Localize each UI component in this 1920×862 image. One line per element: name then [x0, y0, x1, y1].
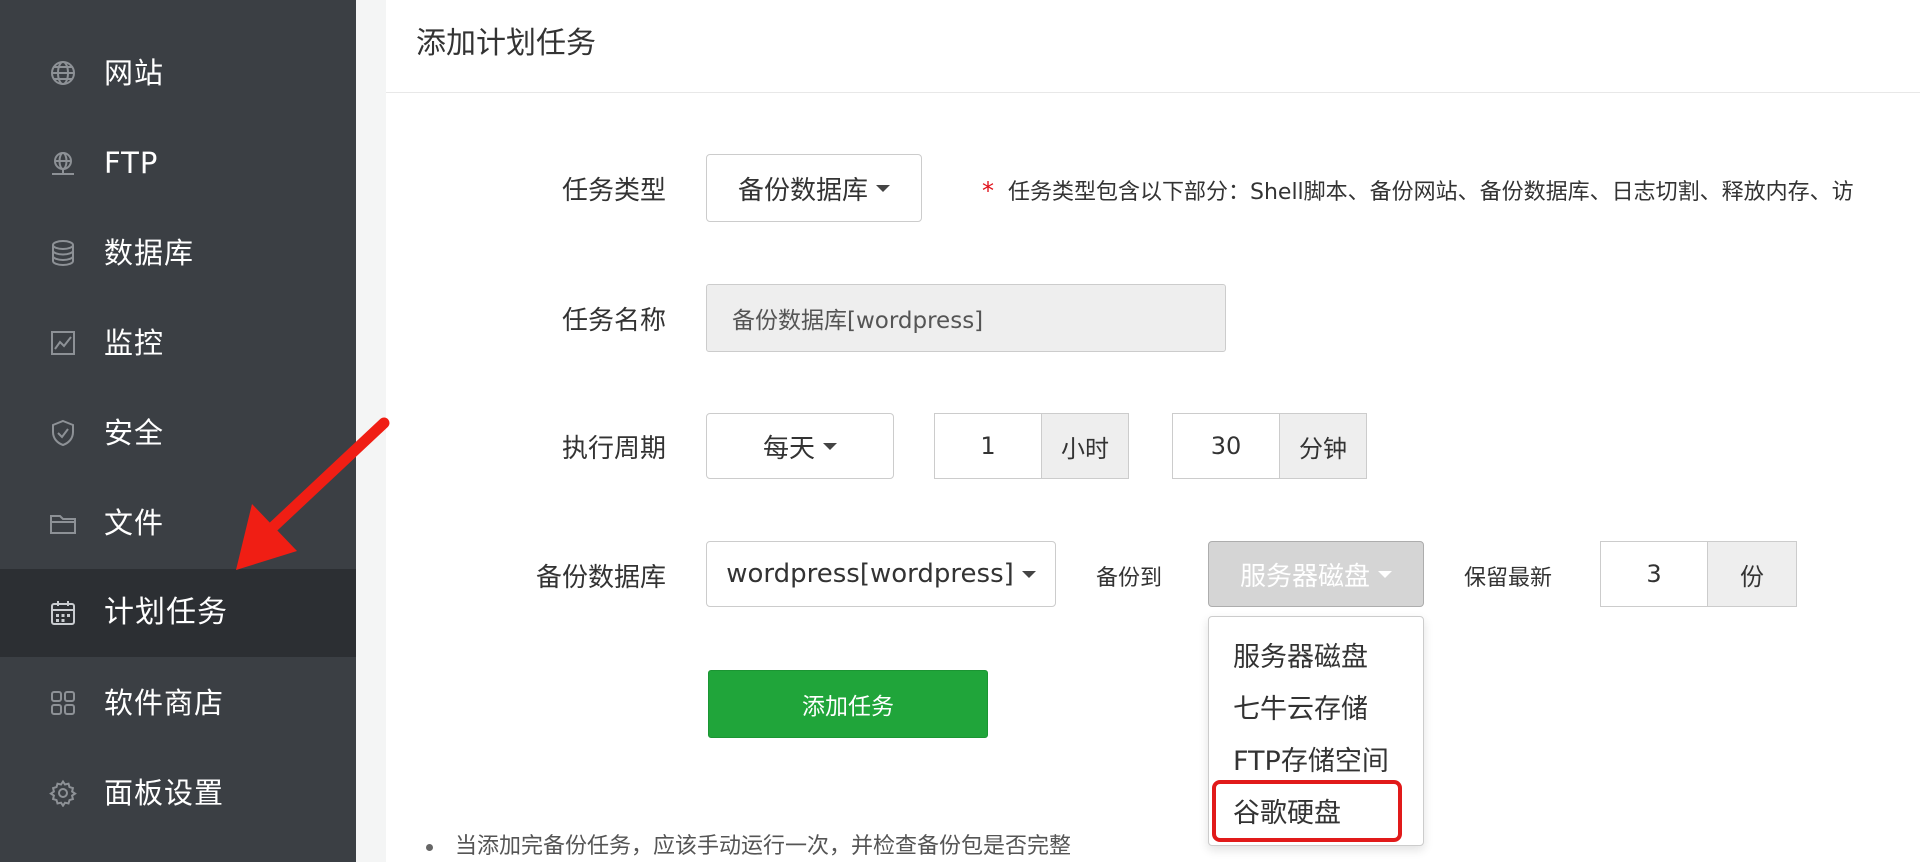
page-header: 添加计划任务 [386, 0, 1920, 93]
page-title: 添加计划任务 [416, 26, 596, 61]
globe-icon [49, 59, 77, 87]
note-text: 当添加完备份任务，应该手动运行一次，并检查备份包是否完整 [455, 834, 1072, 859]
backup-to-label: 备份到 [1096, 566, 1163, 591]
sidebar-item-label: 监控 [104, 326, 165, 360]
sidebar: 网站 FTP 数据库 监控 安全 文件 计划任务 软件商店 面板设置 [0, 0, 356, 862]
sidebar-item-ftp[interactable]: FTP [0, 119, 356, 207]
calendar-icon [49, 599, 77, 627]
backup-db-label: 备份数据库 [535, 563, 666, 593]
task-type-hint-text: 任务类型包含以下部分：Shell脚本、备份网站、备份数据库、日志切割、释放内存、… [1008, 180, 1854, 205]
sidebar-item-files[interactable]: 文件 [0, 479, 356, 567]
task-type-select[interactable]: 备份数据库 [706, 154, 922, 222]
sidebar-item-website[interactable]: 网站 [0, 29, 356, 117]
folder-icon [49, 509, 77, 537]
chevron-down-icon [876, 184, 890, 192]
ftp-server-icon [49, 149, 77, 177]
hour-unit-addon: 小时 [1041, 413, 1129, 479]
sidebar-item-label: 软件商店 [104, 686, 225, 720]
database-icon [49, 239, 77, 267]
sidebar-item-label: 数据库 [104, 236, 195, 270]
keep-latest-label: 保留最新 [1464, 566, 1553, 591]
sidebar-item-label: 安全 [104, 416, 165, 450]
minute-unit-text: 分钟 [1299, 434, 1347, 463]
hour-unit-text: 小时 [1061, 434, 1109, 463]
keep-unit-text: 份 [1740, 562, 1764, 591]
task-name-value: 备份数据库[wordpress] [732, 308, 984, 334]
cycle-value: 每天 [762, 433, 815, 464]
minute-value: 30 [1210, 432, 1242, 460]
grid-apps-icon [49, 689, 77, 717]
sidebar-item-label: FTP [104, 146, 159, 180]
gear-icon [49, 779, 77, 807]
sidebar-item-label: 网站 [104, 56, 165, 90]
hour-input[interactable]: 1 [934, 413, 1042, 479]
note-list-item: 当添加完备份任务，应该手动运行一次，并检查备份包是否完整 [426, 828, 1071, 860]
shield-icon [49, 419, 77, 447]
task-name-label: 任务名称 [561, 306, 666, 336]
backup-destination-value: 服务器磁盘 [1239, 561, 1370, 592]
chevron-down-icon [1021, 570, 1036, 578]
sidebar-item-software-store[interactable]: 软件商店 [0, 659, 356, 747]
bullet-icon [426, 843, 433, 851]
backup-destination-select[interactable]: 服务器磁盘 [1208, 541, 1424, 607]
minute-unit-addon: 分钟 [1279, 413, 1367, 479]
sidebar-item-label: 计划任务 [104, 595, 228, 630]
database-select[interactable]: wordpress[wordpress] [706, 541, 1056, 607]
cycle-select[interactable]: 每天 [706, 413, 894, 479]
chevron-down-icon [823, 442, 837, 450]
sidebar-item-database[interactable]: 数据库 [0, 209, 356, 297]
sidebar-item-monitor[interactable]: 监控 [0, 299, 356, 387]
sidebar-item-panel-settings[interactable]: 面板设置 [0, 749, 356, 837]
task-type-value: 备份数据库 [737, 175, 868, 206]
add-task-button[interactable]: 添加任务 [708, 670, 988, 738]
minute-input[interactable]: 30 [1172, 413, 1280, 479]
sidebar-item-cron[interactable]: 计划任务 [0, 569, 356, 657]
task-type-hint: * 任务类型包含以下部分：Shell脚本、备份网站、备份数据库、日志切割、释放内存… [982, 174, 1854, 206]
cycle-label: 执行周期 [561, 434, 666, 464]
dropdown-option-qiniu[interactable]: 七牛云存储 [1233, 687, 1368, 726]
keep-count-input[interactable]: 3 [1600, 541, 1708, 607]
keep-count-value: 3 [1646, 560, 1662, 588]
main-content: 添加计划任务 任务类型 备份数据库 * 任务类型包含以下部分：Shell脚本、备份… [386, 0, 1920, 862]
task-name-input[interactable]: 备份数据库[wordpress] [706, 284, 1226, 352]
dropdown-option-ftp[interactable]: FTP存储空间 [1233, 739, 1389, 778]
backup-destination-dropdown: 服务器磁盘 七牛云存储 FTP存储空间 谷歌硬盘 [1208, 616, 1424, 846]
monitor-chart-icon [49, 329, 77, 357]
keep-unit-addon: 份 [1707, 541, 1797, 607]
hour-value: 1 [980, 432, 996, 460]
sidebar-item-security[interactable]: 安全 [0, 389, 356, 477]
add-task-button-label: 添加任务 [802, 694, 894, 720]
database-value: wordpress[wordpress] [726, 559, 1014, 589]
task-type-label: 任务类型 [561, 176, 666, 206]
sidebar-item-label: 面板设置 [104, 776, 225, 810]
chevron-down-icon [1378, 570, 1392, 578]
dropdown-option-server-disk[interactable]: 服务器磁盘 [1233, 635, 1368, 674]
sidebar-item-label: 文件 [104, 506, 165, 540]
required-star-icon: * [982, 177, 994, 205]
highlight-box [1212, 780, 1402, 842]
